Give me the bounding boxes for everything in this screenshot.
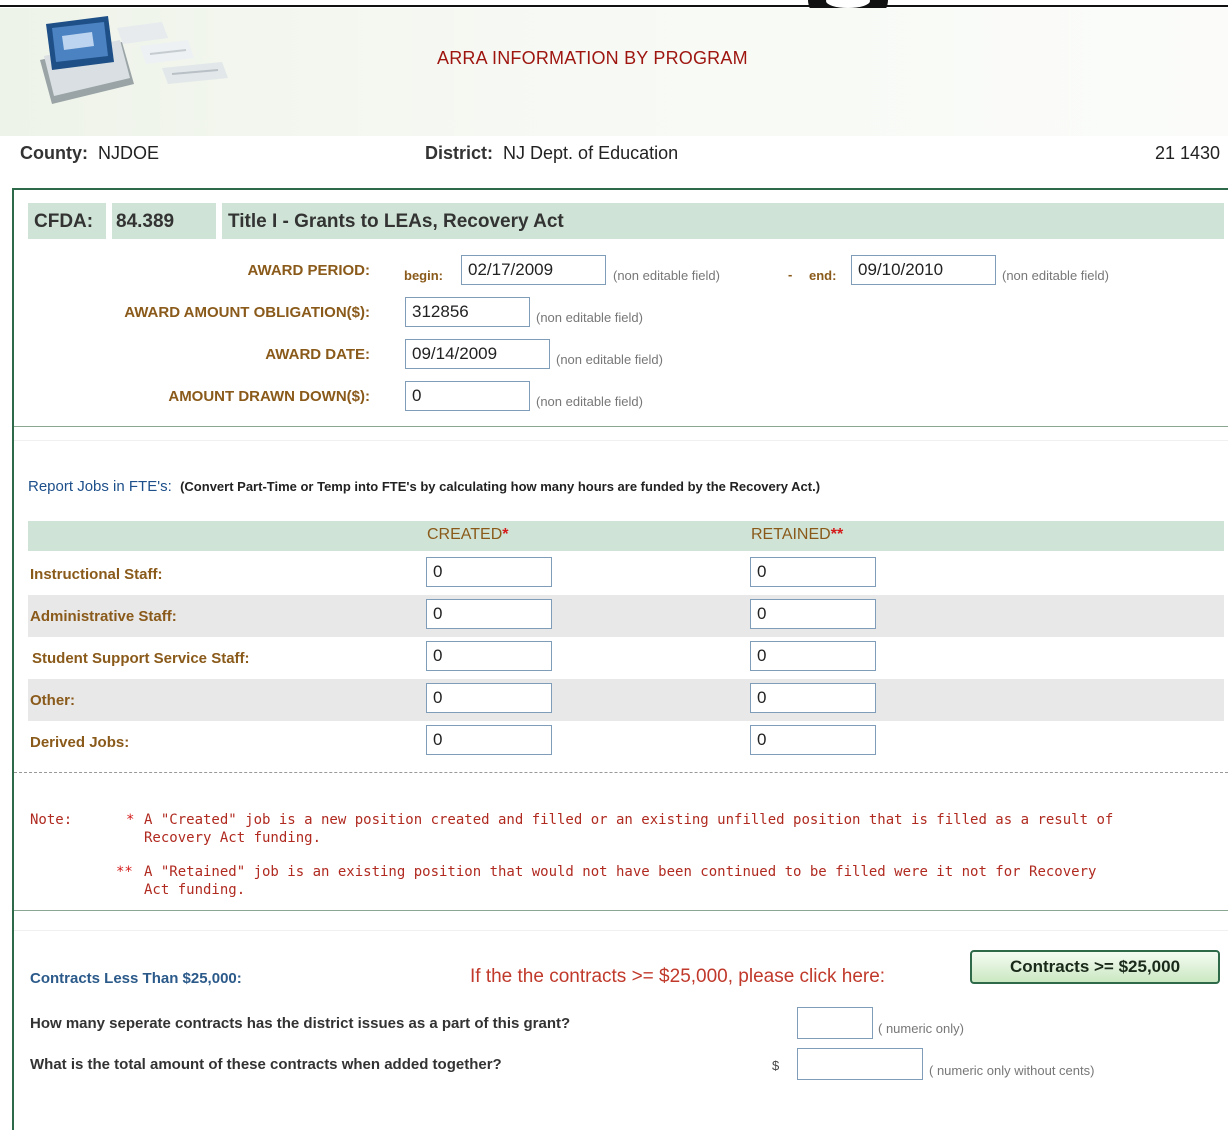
table-row: Administrative Staff: xyxy=(28,595,1224,637)
non-editable-note: (non editable field) xyxy=(536,394,643,409)
district-label: District: xyxy=(425,143,494,163)
retained-input[interactable] xyxy=(750,725,876,755)
section-divider xyxy=(14,910,1228,911)
county-value: NJDOE xyxy=(98,143,160,163)
retained-column-header: RETAINED** xyxy=(751,526,844,543)
district-code: 21 1430 xyxy=(1155,143,1221,163)
created-column-header: CREATED* xyxy=(427,526,509,543)
dollar-sign: $ xyxy=(772,1058,780,1073)
table-row: Student Support Service Staff: xyxy=(28,637,1224,679)
cfda-separator xyxy=(216,203,222,239)
cfda-program-name: Title I - Grants to LEAs, Recovery Act xyxy=(228,211,564,232)
contracts-click-text: If the the contracts >= $25,000, please … xyxy=(470,966,886,987)
cfda-separator xyxy=(106,203,112,239)
documents-logo-icon xyxy=(40,16,228,104)
jobs-instruction: (Convert Part-Time or Temp into FTE's by… xyxy=(180,479,821,494)
table-row: Other: xyxy=(28,679,1224,721)
created-input[interactable] xyxy=(426,641,552,671)
retained-input[interactable] xyxy=(750,599,876,629)
award-date-label: AWARD DATE: xyxy=(265,346,370,363)
numeric-only-hint: ( numeric only) xyxy=(878,1021,964,1036)
non-editable-note: (non editable field) xyxy=(536,310,643,325)
row-label: Administrative Staff: xyxy=(30,608,177,625)
table-row: Derived Jobs: xyxy=(28,721,1224,763)
faint-divider xyxy=(14,440,1228,441)
created-note: A "Created" job is a new position create… xyxy=(144,812,1114,846)
cfda-label: CFDA: xyxy=(34,211,94,232)
row-label: Instructional Staff: xyxy=(30,566,163,583)
section-divider xyxy=(14,426,1228,427)
obligation-field: 312856 xyxy=(405,297,530,327)
county-label: County: xyxy=(20,143,88,163)
retained-input[interactable] xyxy=(750,641,876,671)
retained-note: A "Retained" job is an existing position… xyxy=(144,864,1097,898)
contracts-label: Contracts Less Than $25,000: xyxy=(30,970,242,987)
jobs-table-header xyxy=(28,521,1224,551)
note-label: Note: xyxy=(30,812,73,828)
retained-input[interactable] xyxy=(750,557,876,587)
county-field: County: NJDOE xyxy=(20,143,159,164)
drawn-down-label: AMOUNT DRAWN DOWN($): xyxy=(168,388,370,405)
contracts-count-question: How many seperate contracts has the dist… xyxy=(30,1015,571,1032)
cfda-number: 84.389 xyxy=(116,211,175,232)
faint-divider xyxy=(14,930,1228,931)
retained-input[interactable] xyxy=(750,683,876,713)
row-label: Other: xyxy=(30,692,75,709)
non-editable-note: (non editable field) xyxy=(556,352,663,367)
created-note-mark: * xyxy=(126,812,135,828)
contracts-total-question: What is the total amount of these contra… xyxy=(30,1056,502,1073)
contracts-over-25000-button[interactable]: Contracts >= $25,000 xyxy=(970,950,1220,984)
table-row: Instructional Staff: xyxy=(28,553,1224,595)
end-label: end: xyxy=(809,268,837,283)
retained-note-mark: ** xyxy=(116,864,133,880)
jobs-title: Report Jobs in FTE's: xyxy=(28,478,172,495)
row-label: Student Support Service Staff: xyxy=(32,650,250,667)
page-title: ARRA INFORMATION BY PROGRAM xyxy=(437,48,748,68)
contracts-total-input[interactable] xyxy=(797,1048,923,1080)
begin-date-field: 02/17/2009 xyxy=(461,255,606,285)
begin-label: begin: xyxy=(404,268,443,283)
jobs-heading: Report Jobs in FTE's: (Convert Part-Time… xyxy=(28,478,820,495)
non-editable-note: (non editable field) xyxy=(613,268,720,283)
district-value: NJ Dept. of Education xyxy=(503,143,679,163)
created-input[interactable] xyxy=(426,725,552,755)
created-input[interactable] xyxy=(426,599,552,629)
numeric-no-cents-hint: ( numeric only without cents) xyxy=(929,1063,1095,1078)
award-period-label: AWARD PERIOD: xyxy=(247,262,370,279)
obligation-label: AWARD AMOUNT OBLIGATION($): xyxy=(124,304,370,321)
district-field: District: NJ Dept. of Education xyxy=(425,143,678,164)
top-border xyxy=(0,5,1228,7)
created-input[interactable] xyxy=(426,557,552,587)
row-label: Derived Jobs: xyxy=(30,734,130,751)
page-header: ARRA INFORMATION BY PROGRAM xyxy=(0,8,1228,136)
non-editable-note: (non editable field) xyxy=(1002,268,1109,283)
dashed-divider xyxy=(14,772,1228,773)
cfda-header-bar: CFDA: 84.389 Title I - Grants to LEAs, R… xyxy=(28,203,1224,239)
award-date-field: 09/14/2009 xyxy=(405,339,550,369)
contracts-count-input[interactable] xyxy=(797,1007,873,1039)
end-date-field: 09/10/2010 xyxy=(851,255,996,285)
created-input[interactable] xyxy=(426,683,552,713)
drawn-down-field: 0 xyxy=(405,381,530,411)
period-dash: - xyxy=(788,267,793,282)
